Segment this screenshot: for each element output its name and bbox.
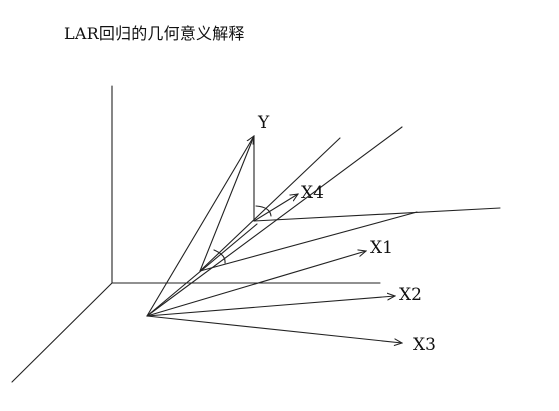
x3-vector	[146, 315, 402, 343]
x2-label: X2	[399, 285, 422, 305]
lar-geometry-diagram: Y X4 X1 X2 X3	[11, 85, 501, 383]
long-ray-line	[146, 126, 403, 317]
y-label: Y	[257, 113, 270, 133]
x1-label: X1	[370, 238, 393, 258]
x4-label: X4	[301, 183, 324, 203]
upper-plane-line	[199, 137, 341, 272]
depth-axis	[11, 282, 113, 383]
y-to-step-edge	[199, 135, 255, 272]
x2-vector	[146, 296, 395, 317]
x3-label: X3	[413, 335, 436, 355]
